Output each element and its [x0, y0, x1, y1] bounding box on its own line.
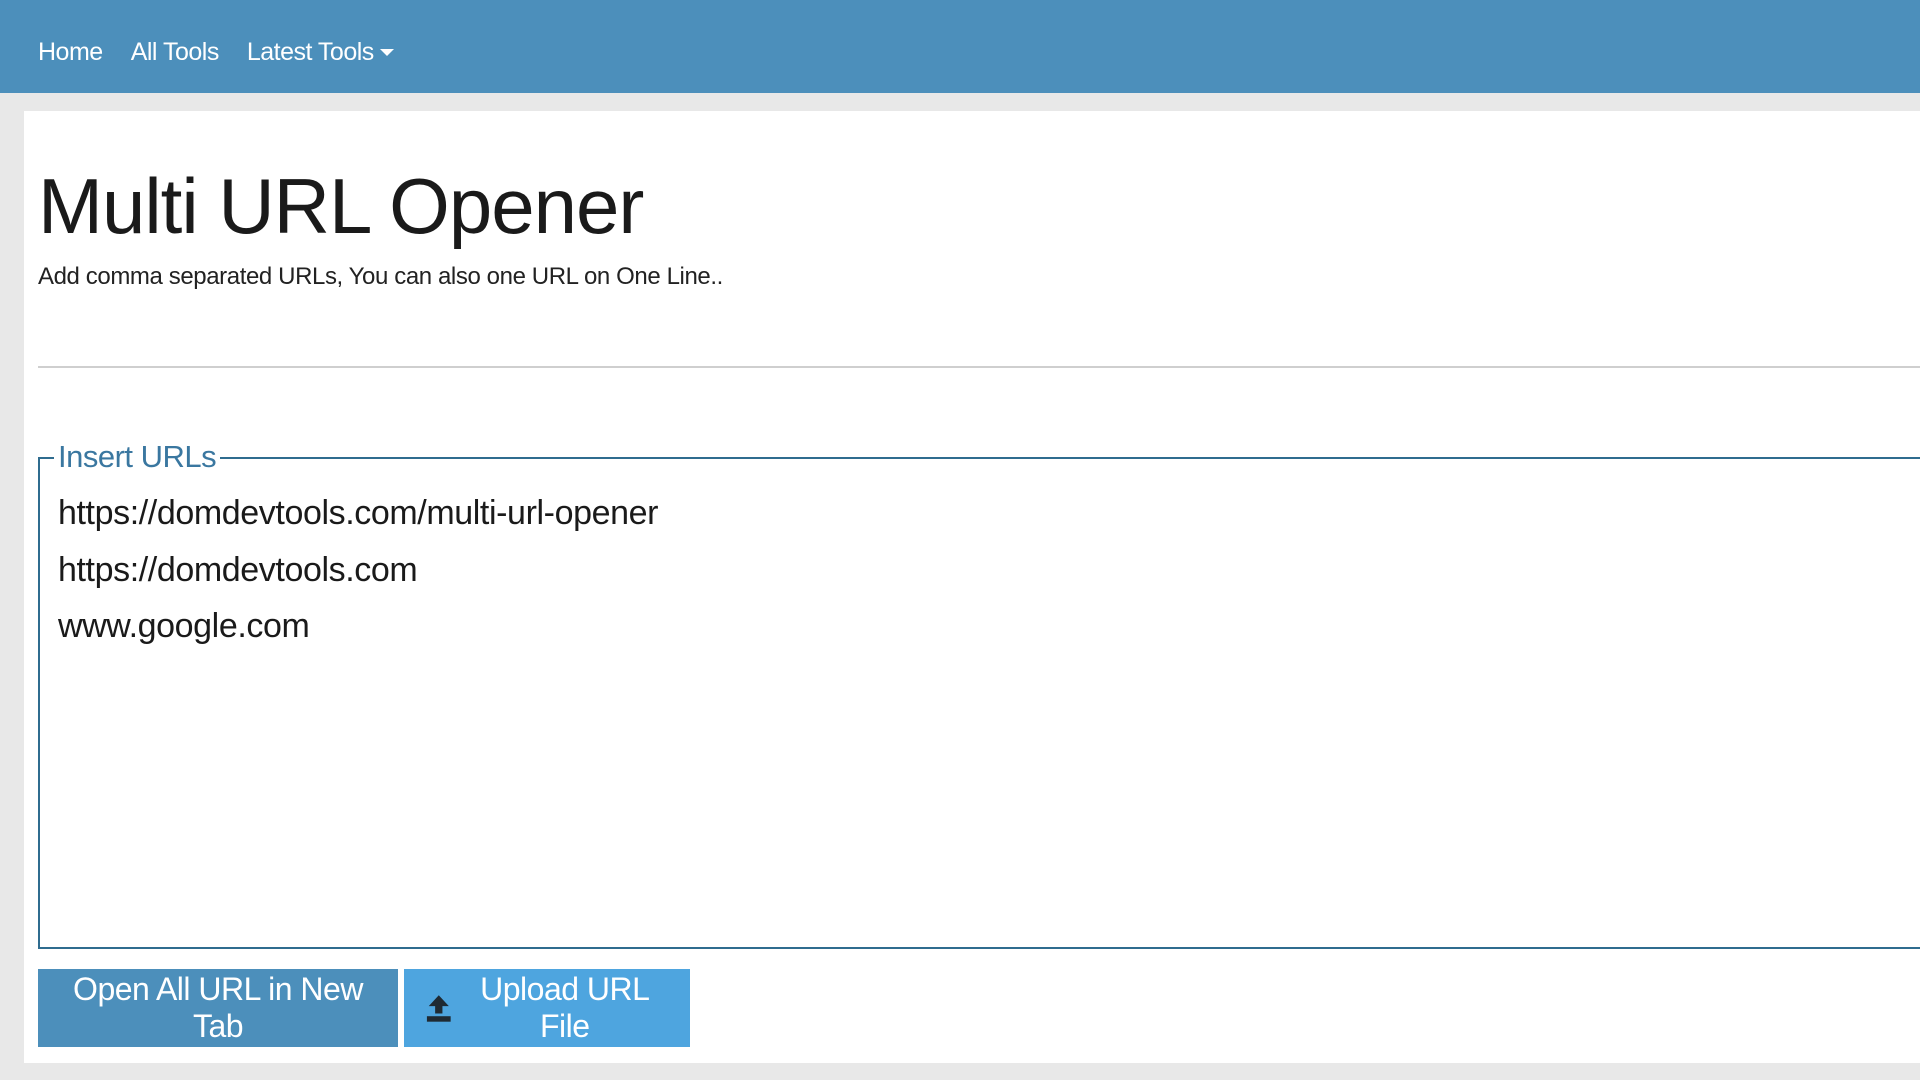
url-fieldset: Insert URLs: [38, 439, 1920, 949]
divider: [38, 366, 1920, 368]
nav-links: Home All Tools Latest Tools: [38, 38, 394, 67]
upload-url-file-button[interactable]: Upload URL File: [404, 969, 690, 1047]
nav-latest-tools-label: Latest Tools: [246, 38, 374, 66]
url-textarea[interactable]: [58, 485, 1898, 925]
nav-home-link[interactable]: Home: [38, 38, 103, 67]
url-fieldset-legend: Insert URLs: [54, 439, 221, 475]
caret-down-icon: [379, 49, 394, 56]
nav-latest-tools-dropdown[interactable]: Latest Tools: [247, 38, 394, 67]
top-navbar: Home All Tools Latest Tools: [0, 0, 1920, 93]
action-buttons: Open All URL in New Tab Upload URL File: [38, 969, 690, 1047]
upload-icon: [426, 995, 451, 1022]
page-subtitle: Add comma separated URLs, You can also o…: [38, 263, 723, 290]
open-all-urls-button[interactable]: Open All URL in New Tab: [38, 969, 398, 1047]
page-title: Multi URL Opener: [38, 162, 644, 250]
upload-url-file-label: Upload URL File: [480, 971, 650, 1044]
main-panel: Multi URL Opener Add comma separated URL…: [24, 111, 1920, 1063]
nav-all-tools-link[interactable]: All Tools: [131, 38, 220, 67]
